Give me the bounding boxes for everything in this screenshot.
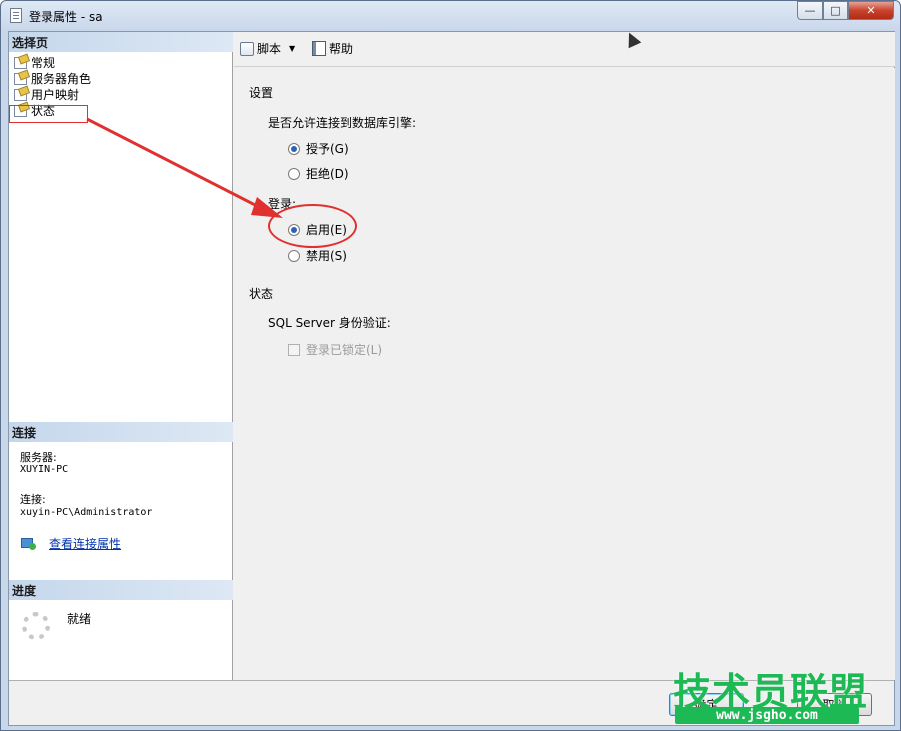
watermark: 技术员联盟 www.jsgho.com bbox=[669, 661, 869, 727]
watermark-site: www.jsgho.com bbox=[675, 707, 859, 724]
login-properties-window: 登录属性 - sa — □ ✕ 选择页 常规 服务器角色 用户映射 状态 连接 … bbox=[0, 0, 901, 731]
annotation-arrow-icon bbox=[86, 117, 283, 218]
